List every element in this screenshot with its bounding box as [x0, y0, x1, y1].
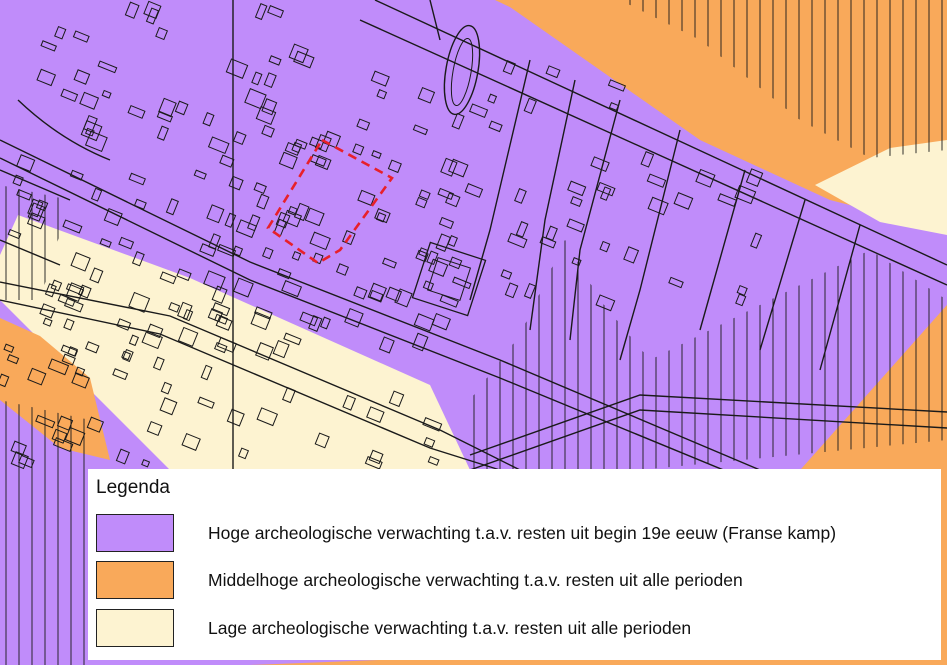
legend-swatch-low	[96, 609, 174, 647]
legend-panel: Legenda Hoge archeologische verwachting …	[88, 469, 941, 660]
legend-swatch-medium	[96, 561, 174, 599]
map-viewer[interactable]: Legenda Hoge archeologische verwachting …	[0, 0, 947, 665]
legend-item-medium: Middelhoge archeologische verwachting t.…	[96, 561, 936, 601]
legend-title: Legenda	[96, 477, 170, 498]
legend-swatch-high	[96, 514, 174, 552]
legend-label-low: Lage archeologische verwachting t.a.v. r…	[208, 618, 692, 638]
legend-item-high: Hoge archeologische verwachting t.a.v. r…	[96, 514, 936, 554]
legend-item-low: Lage archeologische verwachting t.a.v. r…	[96, 609, 936, 649]
hatched-area-lowerleft	[0, 400, 90, 665]
legend-label-high: Hoge archeologische verwachting t.a.v. r…	[208, 523, 837, 543]
legend-label-medium: Middelhoge archeologische verwachting t.…	[208, 570, 743, 590]
